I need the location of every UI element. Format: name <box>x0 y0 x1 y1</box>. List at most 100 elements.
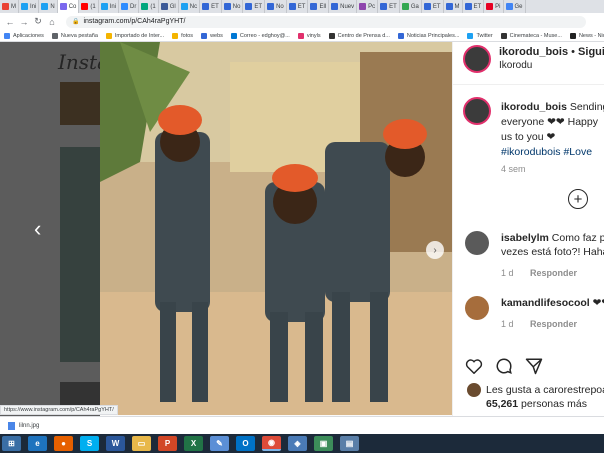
tab-favicon-icon <box>423 3 431 10</box>
browser-tab[interactable]: ET <box>287 0 309 13</box>
modal-overlay[interactable] <box>0 42 100 434</box>
browser-tab[interactable]: (1 <box>79 0 99 13</box>
taskbar-start-icon[interactable]: ⊞ <box>2 436 21 451</box>
comment-age[interactable]: 1 d <box>501 319 514 329</box>
comment-username[interactable]: isabelylm <box>501 232 549 244</box>
caption-username[interactable]: ikorodu_bois <box>501 101 567 113</box>
browser-tab[interactable]: Co <box>57 0 80 13</box>
url-field[interactable]: 🔒 instagram.com/p/CAh4raPgYHT/ <box>66 15 586 28</box>
browser-tab[interactable]: ET <box>243 0 266 13</box>
browser-tab[interactable]: ET <box>378 0 400 13</box>
browser-tab[interactable]: (1 <box>139 0 159 13</box>
tab-label: ET <box>211 3 219 10</box>
browser-tab[interactable]: Ini <box>99 0 120 13</box>
commenter-avatar[interactable] <box>465 231 489 255</box>
liker-avatar[interactable] <box>467 383 481 397</box>
separator-dot: • <box>571 46 575 58</box>
reply-button[interactable]: Responder <box>530 268 577 278</box>
add-comment-icon[interactable]: + <box>568 189 588 209</box>
tab-favicon-icon <box>359 3 367 10</box>
browser-tab[interactable]: Ell <box>308 0 330 13</box>
tab-favicon-icon <box>100 3 108 10</box>
browser-tab[interactable]: ET <box>463 0 485 13</box>
taskbar-shield-icon[interactable]: ◈ <box>288 436 307 451</box>
next-photo-icon[interactable]: › <box>426 241 444 259</box>
browser-tab[interactable]: Gl <box>159 0 179 13</box>
bookmark-item[interactable]: Centro de Prensa d... <box>328 32 390 39</box>
taskbar-photos-icon[interactable]: ▤ <box>340 436 359 451</box>
likes-count[interactable]: 65,261 personas más <box>486 398 587 410</box>
comment-username[interactable]: kamandlifesocool <box>501 297 590 309</box>
back-icon[interactable]: ← <box>4 16 16 28</box>
browser-tab[interactable]: Ini <box>19 0 40 13</box>
taskbar-powerpoint-icon[interactable]: P <box>158 436 177 451</box>
username-link[interactable]: ikorodu_bois <box>499 46 568 58</box>
previous-post-icon[interactable]: ‹ <box>34 216 41 242</box>
share-icon[interactable] <box>525 357 543 375</box>
avatar[interactable] <box>463 45 491 73</box>
taskbar-excel-icon[interactable]: X <box>184 436 203 451</box>
taskbar-skype-icon[interactable]: S <box>80 436 99 451</box>
bookmark-item[interactable]: webs <box>201 32 223 39</box>
tab-favicon-icon <box>288 3 296 10</box>
bookmark-item[interactable]: Nueva pestaña <box>51 32 98 39</box>
reload-icon[interactable]: ↻ <box>32 16 44 28</box>
avatar[interactable] <box>463 97 491 125</box>
bookmark-item[interactable]: Twitter <box>467 32 493 39</box>
browser-tab[interactable]: N <box>39 0 58 13</box>
home-icon[interactable]: ⌂ <box>46 16 58 28</box>
tab-label: M <box>454 3 460 10</box>
bookmark-item[interactable]: Importado de Inter... <box>105 32 164 39</box>
tab-favicon-icon <box>223 3 231 10</box>
heart-icon[interactable] <box>465 357 483 375</box>
browser-tab[interactable]: Nuev <box>329 0 358 13</box>
forward-icon[interactable]: → <box>18 16 30 28</box>
bookmark-item[interactable]: Correo - edghoy@... <box>230 32 290 39</box>
taskbar-explorer-icon[interactable]: ▭ <box>132 436 151 451</box>
download-item[interactable]: lilnn.jpg <box>8 421 39 430</box>
taskbar-outlook-icon[interactable]: O <box>236 436 255 451</box>
browser-tab[interactable]: Ge <box>504 0 526 13</box>
bookmark-icon <box>172 32 179 39</box>
browser-tab[interactable]: No <box>222 0 244 13</box>
browser-tab[interactable]: ET <box>422 0 444 13</box>
browser-tab[interactable]: M <box>444 0 463 13</box>
tab-label: ET <box>473 3 482 10</box>
browser-tab[interactable]: Pc <box>357 0 379 13</box>
likes-line[interactable]: Les gusta a carorestrepoa <box>486 384 604 396</box>
tab-label: Nc <box>189 3 198 10</box>
taskbar-image-icon[interactable]: ▣ <box>314 436 333 451</box>
taskbar-word-icon[interactable]: W <box>106 436 125 451</box>
taskbar-paint-icon[interactable]: ✎ <box>210 436 229 451</box>
post-time[interactable]: 4 sem <box>501 164 526 174</box>
tab-label: ET <box>432 3 441 10</box>
browser-tab[interactable]: Nc <box>179 0 201 13</box>
bookmark-item[interactable]: Aplicaciones <box>4 32 44 39</box>
bookmark-item[interactable]: Cinemateca - Muse... <box>500 32 562 39</box>
browser-tab[interactable]: Dr <box>119 0 140 13</box>
taskbar-firefox-icon[interactable]: ● <box>54 436 73 451</box>
reply-button[interactable]: Responder <box>530 319 577 329</box>
commenter-avatar[interactable] <box>465 296 489 320</box>
bookmark-item[interactable]: fotos <box>172 32 193 39</box>
caption-hashtags[interactable]: #ikorodubois #Love <box>501 145 604 160</box>
tab-favicon-icon <box>445 3 453 10</box>
taskbar-ie-icon[interactable]: e <box>28 436 47 451</box>
browser-tab[interactable]: M <box>0 0 19 13</box>
browser-tab[interactable]: Pi <box>484 0 504 13</box>
browser-tab[interactable]: ET <box>200 0 222 13</box>
bookmark-label: Correo - edghoy@... <box>239 32 290 39</box>
tab-favicon-icon <box>160 3 168 10</box>
tab-favicon-icon <box>202 3 210 10</box>
browser-tab[interactable]: No <box>265 0 287 13</box>
browser-tab[interactable]: Ga <box>400 0 422 13</box>
bookmark-item[interactable]: News - Nicki Swift <box>569 32 604 39</box>
bookmark-item[interactable]: vinyls <box>297 32 321 39</box>
follow-button[interactable]: Siguien <box>578 46 604 58</box>
bookmark-item[interactable]: Noticias Principales... <box>397 32 459 39</box>
comment-icon[interactable] <box>495 357 513 375</box>
location-link[interactable]: Ikorodu <box>499 60 532 71</box>
comment-age[interactable]: 1 d <box>501 268 514 278</box>
taskbar-chrome-icon[interactable]: ◉ <box>262 436 281 451</box>
tab-label: ET <box>389 3 397 10</box>
